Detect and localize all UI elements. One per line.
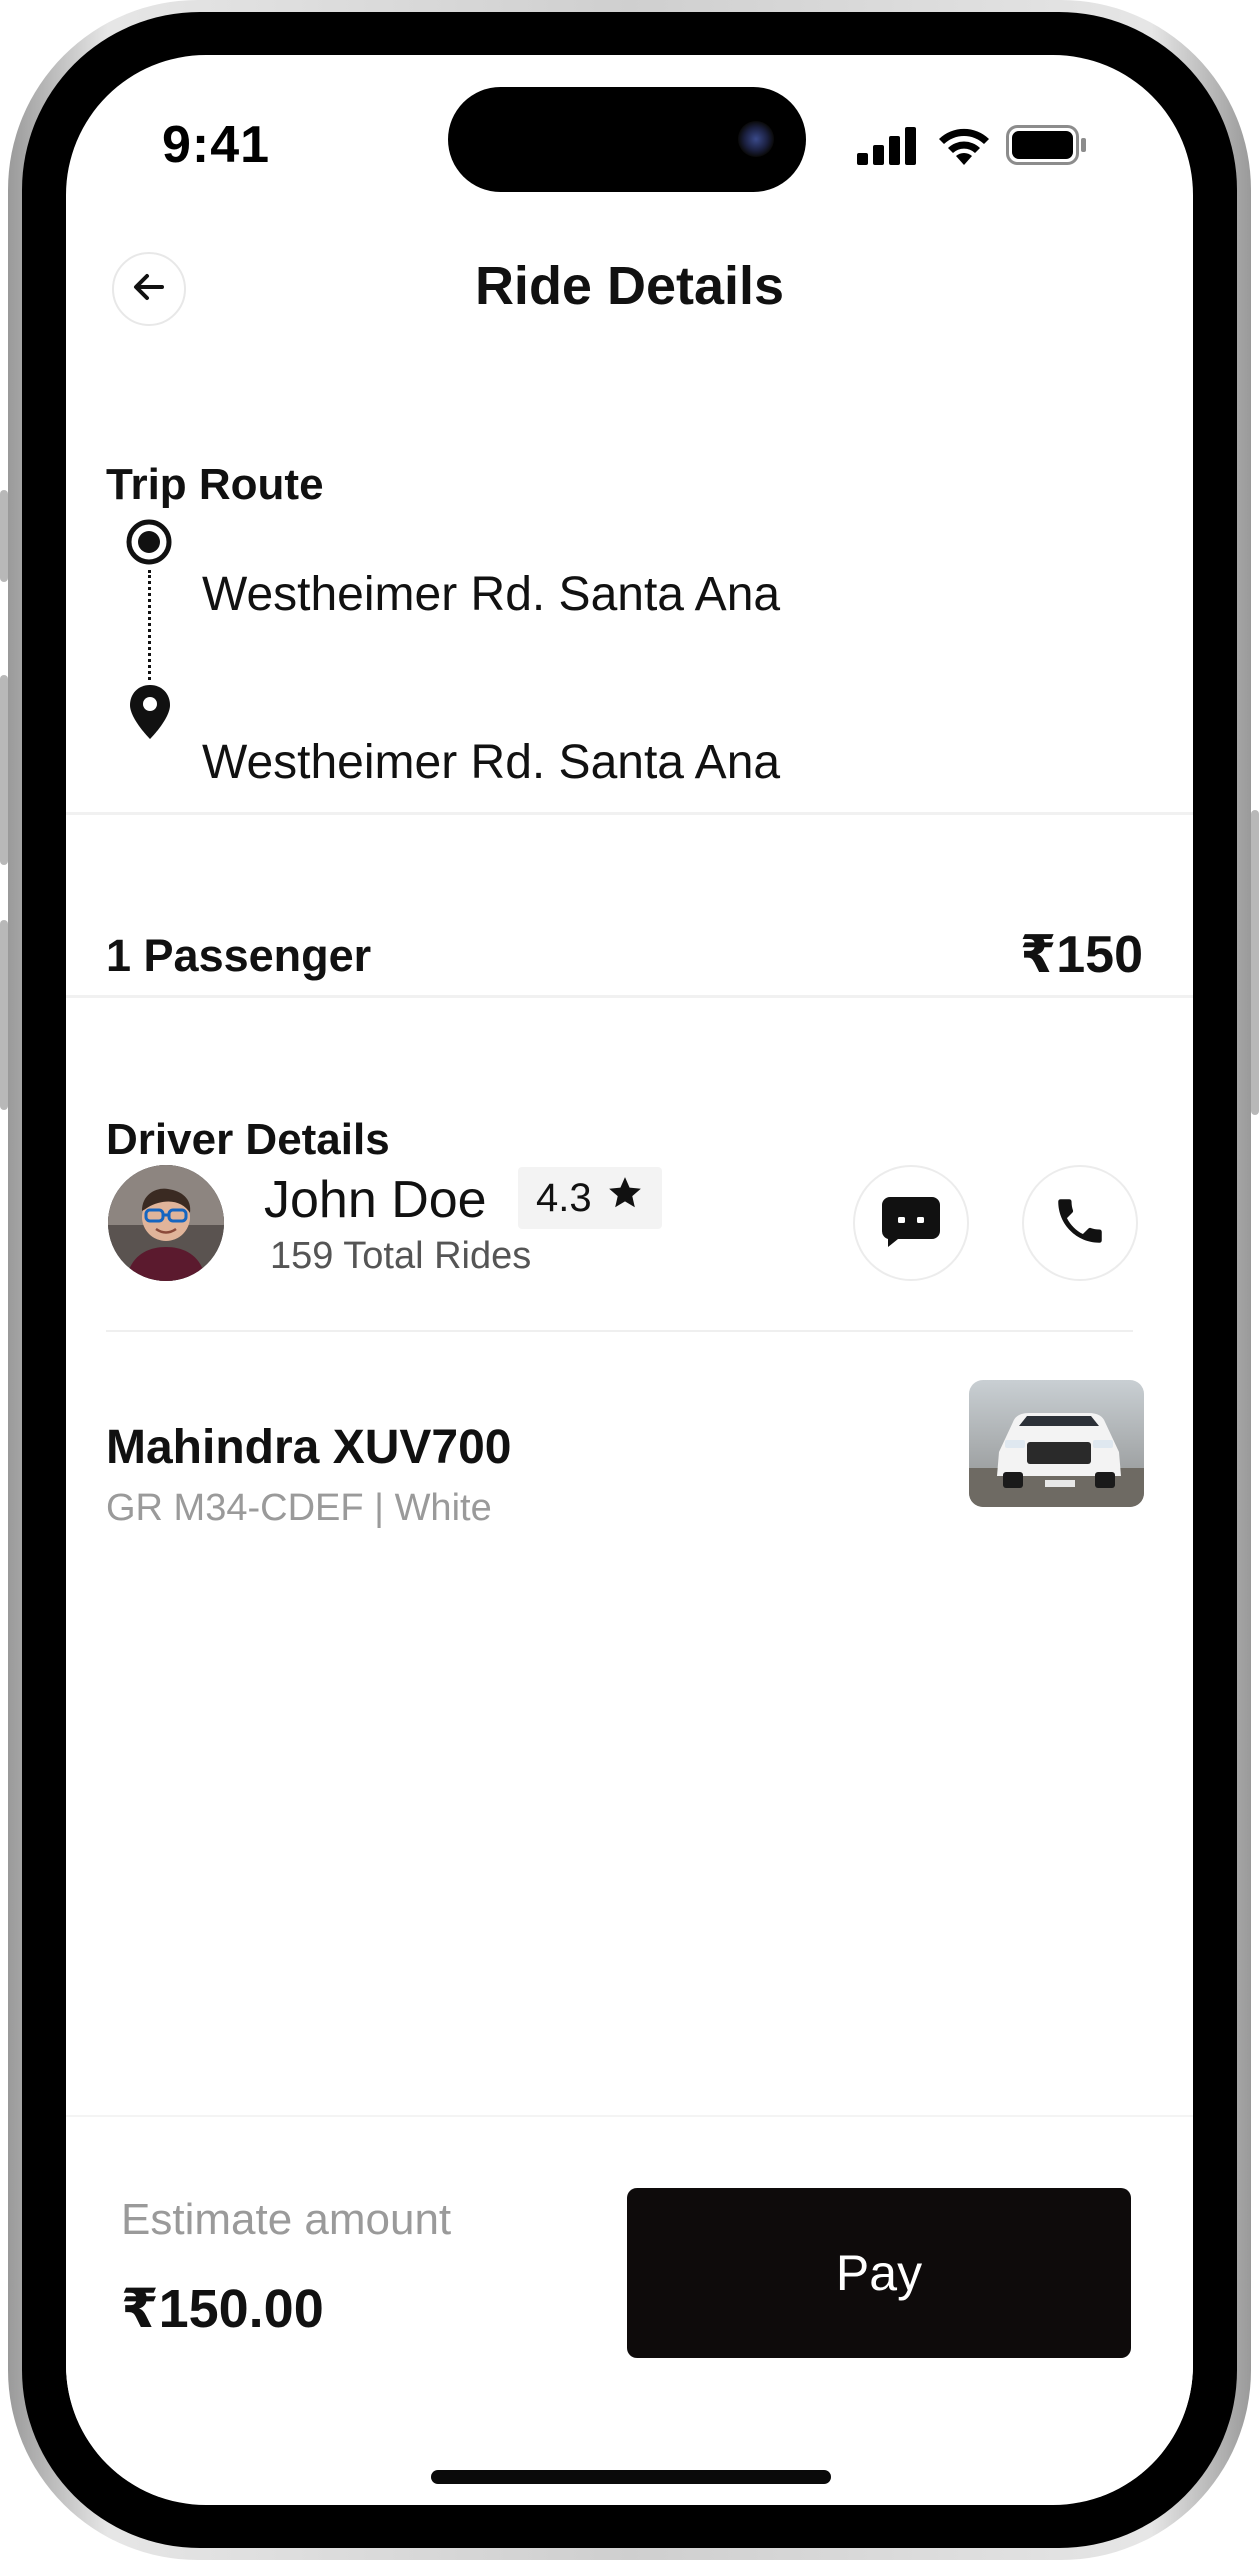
star-icon	[606, 1174, 644, 1222]
driver-name: John Doe	[264, 1171, 487, 1229]
vehicle-details: GR M34-CDEF | White	[106, 1487, 492, 1529]
signal-icon	[857, 127, 919, 170]
home-indicator	[431, 2470, 831, 2484]
divider	[106, 1330, 1133, 1332]
pay-button[interactable]: Pay	[627, 2188, 1131, 2358]
battery-icon	[1006, 125, 1088, 170]
driver-rating: 4.3	[518, 1167, 662, 1229]
route-dotted-line	[148, 570, 151, 680]
driver-avatar	[108, 1165, 224, 1281]
call-driver-button[interactable]	[1022, 1165, 1138, 1281]
driver-total-rides: 159 Total Rides	[270, 1235, 532, 1277]
rating-value: 4.3	[536, 1175, 592, 1220]
fare-price: ₹150	[1020, 926, 1143, 984]
dropoff-address: Westheimer Rd. Santa Ana	[202, 736, 781, 789]
phone-icon	[1051, 1192, 1109, 1255]
divider	[66, 812, 1193, 815]
vehicle-model: Mahindra XUV700	[106, 1421, 512, 1474]
page-title: Ride Details	[474, 256, 785, 316]
vehicle-image	[969, 1380, 1144, 1507]
volume-down-button	[0, 920, 8, 1110]
divider	[66, 995, 1193, 998]
driver-details-label: Driver Details	[106, 1115, 390, 1164]
wifi-icon	[936, 125, 992, 172]
dynamic-island	[448, 87, 806, 192]
estimate-amount: ₹150.00	[121, 2279, 324, 2339]
pay-button-label: Pay	[835, 2245, 923, 2301]
action-button	[0, 490, 8, 582]
trip-route-label: Trip Route	[106, 460, 324, 509]
chat-icon	[880, 1195, 942, 1252]
estimate-label: Estimate amount	[121, 2195, 452, 2244]
pickup-address: Westheimer Rd. Santa Ana	[202, 568, 781, 621]
pickup-radio-icon	[124, 517, 174, 572]
camera-icon	[738, 121, 774, 157]
passenger-count: 1 Passenger	[106, 930, 372, 981]
message-driver-button[interactable]	[853, 1165, 969, 1281]
volume-up-button	[0, 675, 8, 865]
status-time: 9:41	[162, 116, 271, 174]
location-pin-icon	[128, 683, 172, 746]
power-button	[1251, 810, 1259, 1115]
screen: 9:41 Ride Details Trip Route Westheimer …	[66, 55, 1193, 2505]
